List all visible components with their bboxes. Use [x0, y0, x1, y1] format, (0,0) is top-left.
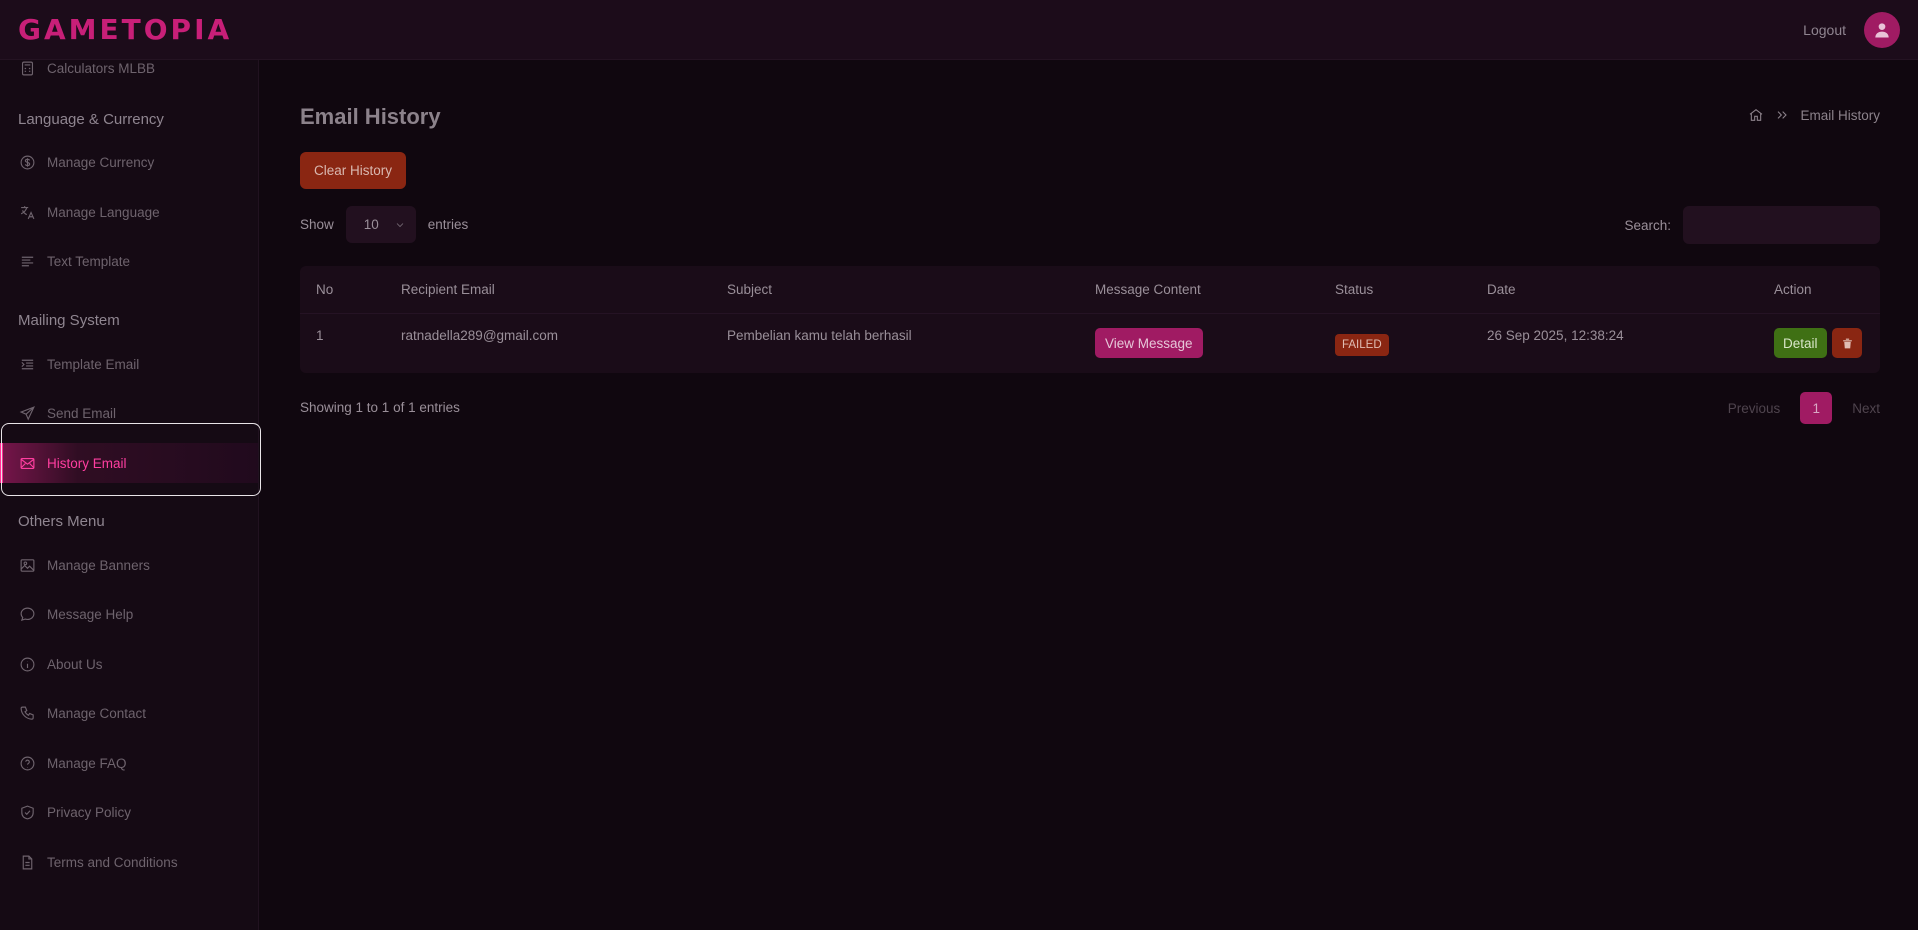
table-header: No Recipient Email Subject Message Conte… — [300, 266, 1880, 314]
cell-subject: Pembelian kamu telah berhasil — [727, 328, 912, 343]
home-icon[interactable] — [1748, 107, 1764, 123]
table-info: Showing 1 to 1 of 1 entries — [300, 400, 460, 415]
sidebar-item-label: Text Template — [47, 253, 131, 269]
search-label: Search: — [1624, 217, 1671, 233]
top-right-actions: Logout — [1803, 11, 1900, 48]
sidebar-item-manage-banners[interactable]: Manage Banners — [0, 545, 258, 585]
cell-no: 1 — [316, 328, 324, 343]
help-icon — [18, 754, 36, 772]
status-badge: FAILED — [1335, 334, 1389, 356]
sidebar-item-text-template[interactable]: Text Template — [0, 241, 258, 281]
sidebar-item-send-email[interactable]: Send Email — [0, 393, 258, 433]
sidebar-item-label: Terms and Conditions — [47, 854, 178, 870]
sidebar-section-title: Language & Currency — [18, 111, 164, 128]
entries-select[interactable]: 10 — [345, 206, 416, 243]
image-icon — [18, 556, 36, 574]
table-row: 1 ratnadella289@gmail.com Pembelian kamu… — [300, 314, 1880, 373]
sidebar-item-label: Manage Currency — [47, 154, 155, 170]
chevrons-right-icon — [1778, 111, 1788, 119]
header-subject[interactable]: Subject — [727, 282, 772, 297]
entries-select-value: 10 — [363, 217, 379, 232]
pagination: Previous 1 Next — [1728, 392, 1880, 424]
email-history-table: No Recipient Email Subject Message Conte… — [300, 266, 1880, 373]
search-control: Search: — [1624, 206, 1880, 244]
logo[interactable]: GAMETOPIA — [18, 13, 232, 46]
top-bar: GAMETOPIA Logout — [0, 0, 1918, 60]
sidebar-item-label: Manage FAQ — [47, 755, 127, 771]
sidebar-section-title: Others Menu — [18, 513, 105, 530]
align-left-icon — [18, 252, 36, 270]
cell-recipient-email: ratnadella289@gmail.com — [401, 328, 559, 343]
trash-icon — [1842, 338, 1852, 348]
sidebar-item-about-us[interactable]: About Us — [0, 644, 258, 684]
page-title: Email History — [300, 104, 441, 129]
breadcrumb: Email History — [1748, 107, 1880, 123]
phone-icon — [18, 704, 36, 722]
sidebar-item-history-email[interactable]: History Email — [0, 443, 258, 483]
delete-button[interactable] — [1832, 328, 1862, 358]
send-icon — [18, 404, 36, 422]
sidebar-item-label: Manage Contact — [47, 705, 147, 721]
entries-length-control: Show 10 entries — [300, 206, 468, 243]
shield-check-icon — [18, 803, 36, 821]
breadcrumb-current: Email History — [1800, 107, 1880, 123]
pagination-previous[interactable]: Previous — [1728, 401, 1781, 416]
sidebar-item-label: Manage Banners — [47, 557, 150, 573]
dollar-circle-icon — [18, 153, 36, 171]
sidebar-item-manage-language[interactable]: Manage Language — [0, 192, 258, 232]
detail-button[interactable]: Detail — [1774, 328, 1827, 358]
header-date[interactable]: Date — [1487, 282, 1516, 297]
sidebar-item-terms-and-conditions[interactable]: Terms and Conditions — [0, 842, 258, 882]
sidebar-item-manage-faq[interactable]: Manage FAQ — [0, 743, 258, 783]
header-status[interactable]: Status — [1335, 282, 1373, 297]
sidebar-item-manage-contact[interactable]: Manage Contact — [0, 693, 258, 733]
mail-icon — [18, 454, 36, 472]
list-indent-icon — [18, 355, 36, 373]
header-no[interactable]: No — [316, 282, 333, 297]
sidebar-item-message-help[interactable]: Message Help — [0, 594, 258, 634]
cell-date: 26 Sep 2025, 12:38:24 — [1487, 328, 1624, 343]
clear-history-button[interactable]: Clear History — [300, 152, 407, 189]
entries-label: entries — [427, 217, 469, 232]
sidebar-section-title: Mailing System — [18, 312, 120, 329]
sidebar-item-label: Calculators MLBB — [47, 60, 156, 76]
avatar[interactable] — [1864, 11, 1900, 48]
user-icon — [1875, 22, 1889, 37]
header-message-content[interactable]: Message Content — [1095, 282, 1201, 297]
pagination-page-1[interactable]: 1 — [1800, 392, 1833, 424]
sidebar-item-label: Manage Language — [47, 204, 160, 220]
sidebar-item-manage-currency[interactable]: Manage Currency — [0, 142, 258, 182]
view-message-button[interactable]: View Message — [1095, 328, 1203, 358]
sidebar-item-label: Send Email — [47, 405, 117, 421]
header-recipient-email[interactable]: Recipient Email — [401, 282, 495, 297]
pagination-next[interactable]: Next — [1852, 401, 1880, 416]
sidebar: Calculators MLBB Language & Currency Man… — [0, 60, 259, 930]
info-icon — [18, 655, 36, 673]
sidebar-item-label: About Us — [47, 656, 103, 672]
sidebar-item-label: Template Email — [47, 356, 140, 372]
sidebar-item-label: Message Help — [47, 606, 134, 622]
sidebar-item-label: History Email — [47, 455, 127, 471]
search-input[interactable] — [1683, 206, 1880, 244]
calculator-icon — [18, 60, 36, 77]
show-label: Show — [300, 217, 334, 232]
translate-icon — [18, 203, 36, 221]
chevron-down-icon — [396, 222, 404, 227]
sidebar-item-privacy-policy[interactable]: Privacy Policy — [0, 792, 258, 832]
sidebar-item-template-email[interactable]: Template Email — [0, 344, 258, 384]
logout-link[interactable]: Logout — [1803, 22, 1846, 38]
sidebar-item-label: Privacy Policy — [47, 804, 132, 820]
chat-icon — [18, 605, 36, 623]
document-icon — [18, 853, 36, 871]
header-action: Action — [1774, 282, 1812, 297]
sidebar-item-calculators-mlbb[interactable]: Calculators MLBB — [0, 60, 258, 88]
